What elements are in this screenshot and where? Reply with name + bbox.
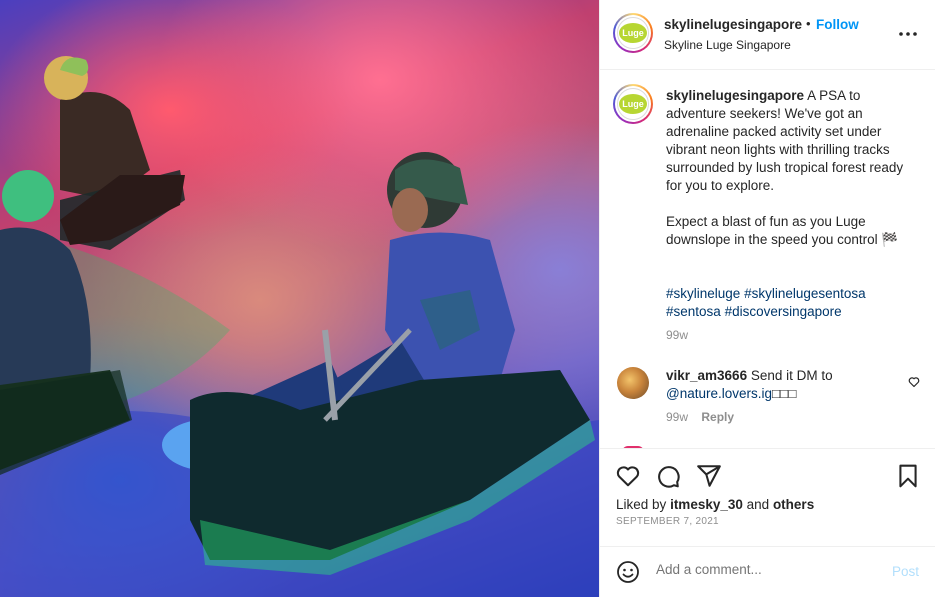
caption-username[interactable]: skylinelugesingapore (666, 88, 804, 103)
liked-prefix: Liked by (616, 497, 667, 512)
avatar[interactable]: Luge (613, 13, 653, 53)
comment-avatar[interactable] (617, 367, 649, 399)
post-username[interactable]: skylinelugesingapore (664, 17, 802, 32)
comment-like-icon[interactable] (908, 376, 920, 388)
luge-logo-icon: Luge (617, 88, 649, 120)
comments-section[interactable]: Luge skylinelugesingapore A PSA to adven… (600, 70, 935, 448)
hashtag-link[interactable]: #discoversingapore (725, 304, 842, 319)
luge-riders-scene (0, 56, 599, 597)
follow-button[interactable]: Follow (816, 17, 859, 32)
post-comment-button[interactable]: Post (892, 564, 919, 579)
post-side-panel: Luge skylinelugesingapore • Follow Skyli… (599, 0, 935, 597)
luge-logo-icon: Luge (617, 17, 649, 49)
heart-icon[interactable] (615, 463, 641, 489)
comment-body: Send it DM to (750, 368, 833, 383)
svg-text:Luge: Luge (622, 99, 644, 109)
liked-others[interactable]: others (773, 497, 814, 512)
comment-trailing: □□□ (772, 386, 797, 401)
post-actions: Liked by itmesky_30 and others SEPTEMBER… (600, 448, 935, 546)
emoji-icon[interactable] (616, 560, 640, 584)
hashtag-link[interactable]: #skylinelugesentosa (744, 286, 866, 301)
caption-avatar[interactable]: Luge (613, 84, 653, 124)
caption-hashtags: #skylineluge #skylinelugesentosa #sentos… (666, 285, 916, 321)
bookmark-icon[interactable] (895, 463, 921, 489)
post-caption: skylinelugesingapore A PSA to adventure … (666, 87, 916, 249)
post-location[interactable]: Skyline Luge Singapore (664, 38, 791, 52)
caption-paragraph-2: Expect a blast of fun as you Luge downsl… (666, 214, 899, 247)
separator-dot: • (806, 16, 811, 31)
post-date[interactable]: SEPTEMBER 7, 2021 (616, 516, 719, 527)
logo-text: Luge (622, 28, 644, 38)
comment-icon[interactable] (655, 463, 681, 489)
comment-username[interactable]: vikr_am3666 (666, 368, 747, 383)
hashtag-link[interactable]: #sentosa (666, 304, 721, 319)
liked-and: and (746, 497, 770, 512)
caption-paragraph-1: A PSA to adventure seekers! We've got an… (666, 88, 904, 193)
more-horizontal-icon[interactable] (898, 24, 918, 44)
liked-user[interactable]: itmesky_30 (670, 497, 743, 512)
post-header: Luge skylinelugesingapore • Follow Skyli… (600, 0, 935, 70)
hashtag-link[interactable]: #skylineluge (666, 286, 740, 301)
share-icon[interactable] (696, 463, 722, 489)
caption-timestamp[interactable]: 99w (666, 328, 688, 342)
reply-button[interactable]: Reply (701, 410, 734, 424)
add-comment-bar: Post (600, 546, 935, 597)
add-comment-input[interactable] (656, 562, 876, 577)
comment-timestamp[interactable]: 99w (666, 410, 688, 424)
comment-mention[interactable]: @nature.lovers.ig (666, 386, 772, 401)
comment-text: vikr_am3666 Send it DM to @nature.lovers… (666, 367, 896, 403)
likes-summary: Liked by itmesky_30 and others (616, 497, 814, 512)
comment-meta: 99w Reply (666, 410, 744, 424)
post-photo[interactable] (0, 0, 599, 597)
